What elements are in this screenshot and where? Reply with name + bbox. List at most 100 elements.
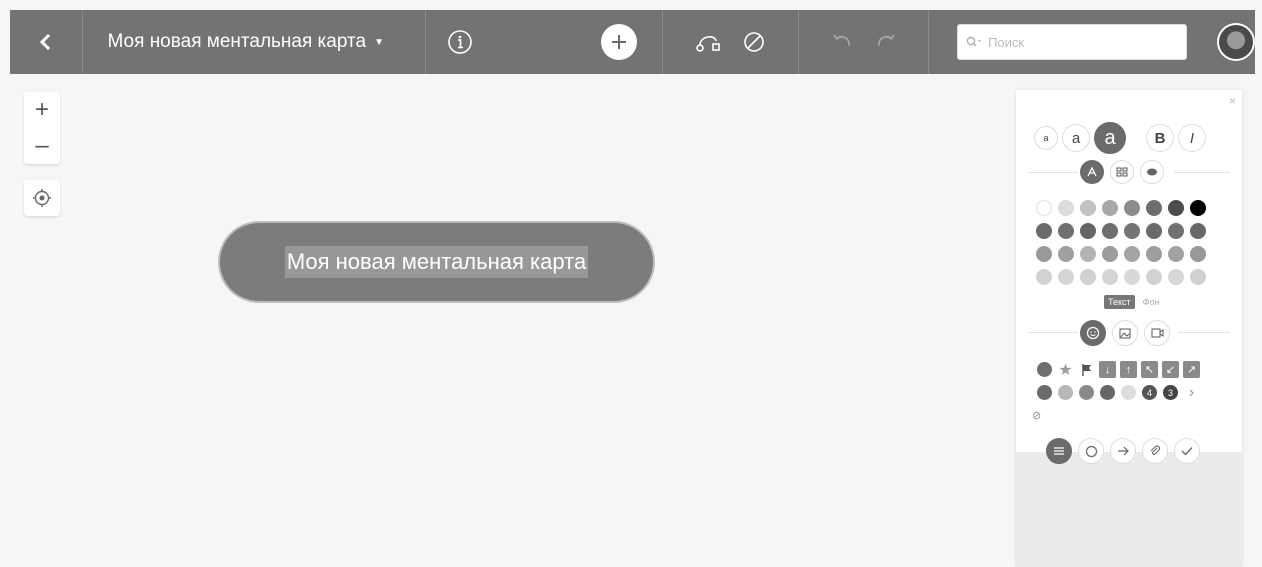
arrow-up-right-marker-icon[interactable]: ↗ (1183, 361, 1200, 378)
node-tools-row (1046, 438, 1200, 464)
color-swatch[interactable] (1080, 246, 1096, 262)
shapes-icon (1116, 167, 1128, 177)
add-node-button[interactable] (600, 24, 637, 60)
remove-icon-button[interactable]: ⊘ (1032, 409, 1041, 422)
priority-4-icon[interactable]: 4 (1141, 384, 1158, 401)
color-swatch[interactable] (1080, 223, 1096, 239)
video-icon (1151, 328, 1163, 338)
star-marker-icon[interactable]: ★ (1057, 361, 1074, 379)
notes-icon (1054, 447, 1064, 455)
checkmark-icon (1181, 447, 1193, 456)
search-box[interactable] (957, 24, 1188, 60)
color-swatch[interactable] (1168, 269, 1184, 285)
color-swatch[interactable] (1146, 223, 1162, 239)
color-swatch[interactable] (1146, 200, 1162, 216)
color-target-tabs: Текст Фон (1104, 295, 1162, 309)
color-swatch[interactable] (1080, 200, 1096, 216)
central-topic-node[interactable]: Моя новая ментальная карта (218, 221, 655, 303)
dot-medium-marker-icon[interactable] (1078, 384, 1095, 401)
info-button[interactable] (426, 29, 494, 55)
search-input[interactable] (988, 34, 1169, 50)
info-icon (448, 30, 472, 54)
color-swatch[interactable] (1058, 223, 1074, 239)
italic-button[interactable]: I (1178, 124, 1206, 152)
search-icon (966, 36, 982, 47)
arrow-up-left-marker-icon[interactable]: ↖ (1141, 361, 1158, 378)
color-swatch[interactable] (1124, 269, 1140, 285)
undo-icon[interactable] (831, 33, 853, 51)
dot-light-marker-icon[interactable] (1057, 384, 1074, 401)
arrow-right-icon (1117, 446, 1129, 456)
link-button[interactable] (1110, 438, 1136, 464)
color-swatch[interactable] (1190, 223, 1206, 239)
tab-background-color[interactable]: Фон (1141, 295, 1162, 309)
color-swatch[interactable] (1168, 223, 1184, 239)
color-swatch[interactable] (1102, 269, 1118, 285)
dot-darker-marker-icon[interactable] (1099, 384, 1116, 401)
color-swatch[interactable] (1102, 200, 1118, 216)
zoom-controls: + – (24, 92, 60, 164)
color-swatch[interactable] (1168, 246, 1184, 262)
color-swatch[interactable] (1058, 200, 1074, 216)
color-swatch[interactable] (1124, 246, 1140, 262)
color-swatch[interactable] (1146, 269, 1162, 285)
color-swatch[interactable] (1190, 246, 1206, 262)
relationship-icon[interactable] (695, 31, 721, 53)
color-swatch[interactable] (1102, 246, 1118, 262)
user-avatar[interactable] (1217, 23, 1256, 61)
color-swatch[interactable] (1190, 200, 1206, 216)
redo-icon[interactable] (875, 33, 897, 51)
video-category-button[interactable] (1144, 320, 1170, 346)
dot-marker-icon[interactable] (1036, 361, 1053, 378)
plus-icon (611, 35, 626, 49)
color-swatch[interactable] (1124, 223, 1140, 239)
font-size-medium-button[interactable]: a (1062, 124, 1090, 152)
color-swatch[interactable] (1036, 200, 1052, 216)
color-swatch[interactable] (1080, 269, 1096, 285)
color-swatch[interactable] (1190, 269, 1206, 285)
central-topic-text[interactable]: Моя новая ментальная карта (284, 246, 589, 278)
dot-pale-marker-icon[interactable] (1120, 384, 1137, 401)
text-color-mode-button[interactable] (1080, 160, 1104, 184)
color-swatch[interactable] (1058, 246, 1074, 262)
zoom-in-button[interactable]: + (24, 92, 60, 128)
map-title-dropdown[interactable]: Моя новая ментальная карта ▼ (83, 10, 426, 74)
font-size-small-button[interactable]: a (1034, 126, 1058, 150)
comment-button[interactable] (1078, 438, 1104, 464)
history-tools (799, 10, 928, 74)
bold-button[interactable]: B (1146, 124, 1174, 152)
branch-mode-button[interactable] (1140, 160, 1164, 184)
task-button[interactable] (1174, 438, 1200, 464)
disable-icon[interactable] (743, 31, 765, 53)
color-swatch[interactable] (1036, 223, 1052, 239)
attachment-button[interactable] (1142, 438, 1168, 464)
more-icons-button[interactable]: › (1183, 384, 1200, 401)
target-icon (33, 189, 51, 207)
arrow-down-marker-icon[interactable]: ↓ (1099, 361, 1116, 378)
add-node-area (494, 24, 662, 60)
close-panel-button[interactable]: × (1229, 94, 1236, 108)
color-swatch[interactable] (1036, 246, 1052, 262)
arrow-up-marker-icon[interactable]: ↑ (1120, 361, 1137, 378)
flag-marker-icon[interactable] (1078, 361, 1095, 378)
image-category-button[interactable] (1112, 320, 1138, 346)
color-swatch[interactable] (1058, 269, 1074, 285)
panel-divider (1178, 332, 1230, 333)
priority-3-icon[interactable]: 3 (1162, 384, 1179, 401)
color-swatch[interactable] (1146, 246, 1162, 262)
color-swatch[interactable] (1124, 200, 1140, 216)
paint-icon (1087, 166, 1097, 177)
back-button[interactable] (10, 10, 82, 74)
zoom-out-button[interactable]: – (24, 128, 60, 164)
color-swatch[interactable] (1168, 200, 1184, 216)
emoji-category-button[interactable] (1080, 320, 1106, 346)
dot-dark-marker-icon[interactable] (1036, 384, 1053, 401)
center-map-button[interactable] (24, 180, 60, 216)
notes-button[interactable] (1046, 438, 1072, 464)
font-size-large-button[interactable]: a (1094, 122, 1126, 154)
shape-mode-button[interactable] (1110, 160, 1134, 184)
color-swatch[interactable] (1102, 223, 1118, 239)
color-swatch[interactable] (1036, 269, 1052, 285)
arrow-down-left-marker-icon[interactable]: ↙ (1162, 361, 1179, 378)
tab-text-color[interactable]: Текст (1104, 295, 1135, 309)
